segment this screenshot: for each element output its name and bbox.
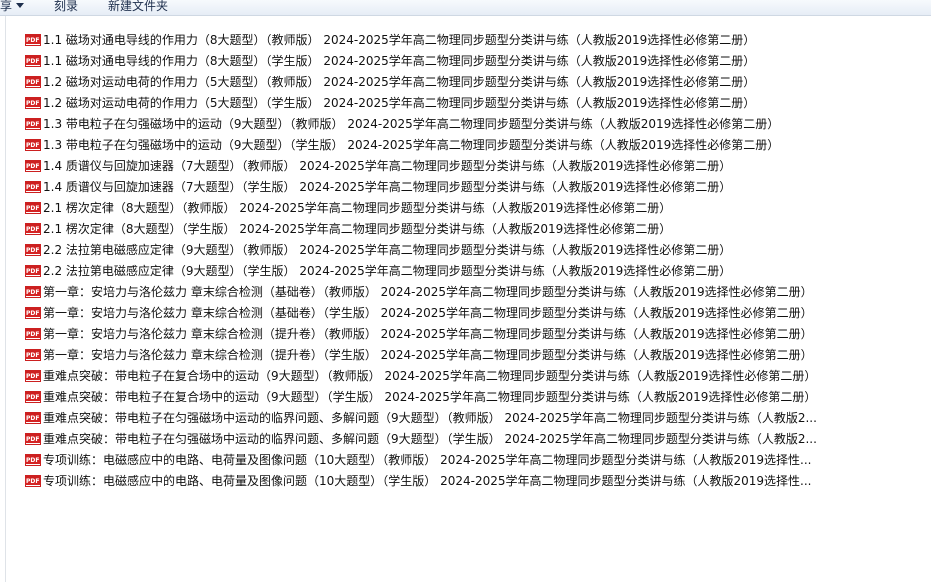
file-item[interactable]: 第一章：安培力与洛伦兹力 章末综合检测（基础卷）（教师版） 2024-2025学… bbox=[25, 281, 817, 302]
file-name: 1.4 质谱仪与回旋加速器（7大题型）（教师版） 2024-2025学年高二物理… bbox=[43, 159, 732, 173]
file-name: 第一章：安培力与洛伦兹力 章末综合检测（基础卷）（教师版） 2024-2025学… bbox=[43, 285, 813, 299]
file-name: 1.3 带电粒子在匀强磁场中的运动（9大题型）（学生版） 2024-2025学年… bbox=[43, 138, 780, 152]
file-list: 1.1 磁场对通电导线的作用力（8大题型）（教师版） 2024-2025学年高二… bbox=[25, 29, 817, 491]
pdf-file-icon bbox=[25, 369, 41, 382]
file-item[interactable]: 1.3 带电粒子在匀强磁场中的运动（9大题型）（学生版） 2024-2025学年… bbox=[25, 134, 817, 155]
file-name: 1.3 带电粒子在匀强磁场中的运动（9大题型）（教师版） 2024-2025学年… bbox=[43, 117, 780, 131]
file-name: 专项训练：电磁感应中的电路、电荷量及图像问题（10大题型）（学生版） 2024-… bbox=[43, 474, 812, 488]
pdf-file-icon bbox=[25, 306, 41, 319]
pdf-file-icon bbox=[25, 138, 41, 151]
file-item[interactable]: 重难点突破：带电粒子在匀强磁场中运动的临界问题、多解问题（9大题型）（教师版） … bbox=[25, 407, 817, 428]
file-item[interactable]: 1.2 磁场对运动电荷的作用力（5大题型）（教师版） 2024-2025学年高二… bbox=[25, 71, 817, 92]
new-folder-button[interactable]: 新建文件夹 bbox=[108, 0, 168, 15]
file-item[interactable]: 专项训练：电磁感应中的电路、电荷量及图像问题（10大题型）（学生版） 2024-… bbox=[25, 470, 817, 491]
pdf-file-icon bbox=[25, 117, 41, 130]
file-name: 第一章：安培力与洛伦兹力 章末综合检测（提升卷）（教师版） 2024-2025学… bbox=[43, 327, 813, 341]
file-item[interactable]: 1.1 磁场对通电导线的作用力（8大题型）（学生版） 2024-2025学年高二… bbox=[25, 50, 817, 71]
file-name: 1.4 质谱仪与回旋加速器（7大题型）（学生版） 2024-2025学年高二物理… bbox=[43, 180, 732, 194]
pdf-file-icon bbox=[25, 54, 41, 67]
pdf-file-icon bbox=[25, 285, 41, 298]
pdf-file-icon bbox=[25, 96, 41, 109]
command-bar: 享 刻录 新建文件夹 bbox=[0, 0, 931, 16]
file-name: 2.1 楞次定律（8大题型）（教师版） 2024-2025学年高二物理同步题型分… bbox=[43, 201, 672, 215]
file-name: 2.2 法拉第电磁感应定律（9大题型）（教师版） 2024-2025学年高二物理… bbox=[43, 243, 732, 257]
file-item[interactable]: 2.2 法拉第电磁感应定律（9大题型）（学生版） 2024-2025学年高二物理… bbox=[25, 260, 817, 281]
file-name: 1.1 磁场对通电导线的作用力（8大题型）（学生版） 2024-2025学年高二… bbox=[43, 54, 756, 68]
pdf-file-icon bbox=[25, 474, 41, 487]
file-item[interactable]: 重难点突破：带电粒子在复合场中的运动（9大题型）（教师版） 2024-2025学… bbox=[25, 365, 817, 386]
pdf-file-icon bbox=[25, 243, 41, 256]
file-name: 1.2 磁场对运动电荷的作用力（5大题型）（学生版） 2024-2025学年高二… bbox=[43, 96, 756, 110]
pdf-file-icon bbox=[25, 453, 41, 466]
file-item[interactable]: 2.1 楞次定律（8大题型）（学生版） 2024-2025学年高二物理同步题型分… bbox=[25, 218, 817, 239]
file-item[interactable]: 重难点突破：带电粒子在匀强磁场中运动的临界问题、多解问题（9大题型）（学生版） … bbox=[25, 428, 817, 449]
pdf-file-icon bbox=[25, 264, 41, 277]
pdf-file-icon bbox=[25, 432, 41, 445]
file-item[interactable]: 1.2 磁场对运动电荷的作用力（5大题型）（学生版） 2024-2025学年高二… bbox=[25, 92, 817, 113]
file-name: 2.1 楞次定律（8大题型）（学生版） 2024-2025学年高二物理同步题型分… bbox=[43, 222, 672, 236]
file-name: 重难点突破：带电粒子在复合场中的运动（9大题型）（学生版） 2024-2025学… bbox=[43, 390, 817, 404]
share-menu-button[interactable]: 享 bbox=[0, 0, 25, 15]
file-name: 重难点突破：带电粒子在复合场中的运动（9大题型）（教师版） 2024-2025学… bbox=[43, 369, 817, 383]
pdf-file-icon bbox=[25, 390, 41, 403]
file-name: 重难点突破：带电粒子在匀强磁场中运动的临界问题、多解问题（9大题型）（学生版） … bbox=[43, 432, 817, 446]
pdf-file-icon bbox=[25, 159, 41, 172]
pdf-file-icon bbox=[25, 222, 41, 235]
file-name: 第一章：安培力与洛伦兹力 章末综合检测（提升卷）（学生版） 2024-2025学… bbox=[43, 348, 813, 362]
file-item[interactable]: 专项训练：电磁感应中的电路、电荷量及图像问题（10大题型）（教师版） 2024-… bbox=[25, 449, 817, 470]
pdf-file-icon bbox=[25, 180, 41, 193]
pdf-file-icon bbox=[25, 327, 41, 340]
pdf-file-icon bbox=[25, 201, 41, 214]
file-item[interactable]: 第一章：安培力与洛伦兹力 章末综合检测（提升卷）（教师版） 2024-2025学… bbox=[25, 323, 817, 344]
file-name: 专项训练：电磁感应中的电路、电荷量及图像问题（10大题型）（教师版） 2024-… bbox=[43, 453, 812, 467]
file-name: 第一章：安培力与洛伦兹力 章末综合检测（基础卷）（学生版） 2024-2025学… bbox=[43, 306, 813, 320]
pdf-file-icon bbox=[25, 348, 41, 361]
file-name: 重难点突破：带电粒子在匀强磁场中运动的临界问题、多解问题（9大题型）（教师版） … bbox=[43, 411, 817, 425]
pdf-file-icon bbox=[25, 75, 41, 88]
file-item[interactable]: 1.3 带电粒子在匀强磁场中的运动（9大题型）（教师版） 2024-2025学年… bbox=[25, 113, 817, 134]
file-item[interactable]: 第一章：安培力与洛伦兹力 章末综合检测（提升卷）（学生版） 2024-2025学… bbox=[25, 344, 817, 365]
file-name: 1.2 磁场对运动电荷的作用力（5大题型）（教师版） 2024-2025学年高二… bbox=[43, 75, 756, 89]
burn-button[interactable]: 刻录 bbox=[54, 0, 78, 15]
file-item[interactable]: 1.4 质谱仪与回旋加速器（7大题型）（教师版） 2024-2025学年高二物理… bbox=[25, 155, 817, 176]
file-item[interactable]: 1.4 质谱仪与回旋加速器（7大题型）（学生版） 2024-2025学年高二物理… bbox=[25, 176, 817, 197]
chevron-down-icon bbox=[16, 3, 25, 8]
file-name: 2.2 法拉第电磁感应定律（9大题型）（学生版） 2024-2025学年高二物理… bbox=[43, 264, 732, 278]
file-item[interactable]: 重难点突破：带电粒子在复合场中的运动（9大题型）（学生版） 2024-2025学… bbox=[25, 386, 817, 407]
pdf-file-icon bbox=[25, 33, 41, 46]
file-name: 1.1 磁场对通电导线的作用力（8大题型）（教师版） 2024-2025学年高二… bbox=[43, 33, 756, 47]
file-item[interactable]: 第一章：安培力与洛伦兹力 章末综合检测（基础卷）（学生版） 2024-2025学… bbox=[25, 302, 817, 323]
file-item[interactable]: 2.1 楞次定律（8大题型）（教师版） 2024-2025学年高二物理同步题型分… bbox=[25, 197, 817, 218]
navigation-pane-divider[interactable] bbox=[5, 16, 6, 582]
pdf-file-icon bbox=[25, 411, 41, 424]
file-item[interactable]: 1.1 磁场对通电导线的作用力（8大题型）（教师版） 2024-2025学年高二… bbox=[25, 29, 817, 50]
file-item[interactable]: 2.2 法拉第电磁感应定律（9大题型）（教师版） 2024-2025学年高二物理… bbox=[25, 239, 817, 260]
share-menu-label: 享 bbox=[0, 0, 13, 13]
